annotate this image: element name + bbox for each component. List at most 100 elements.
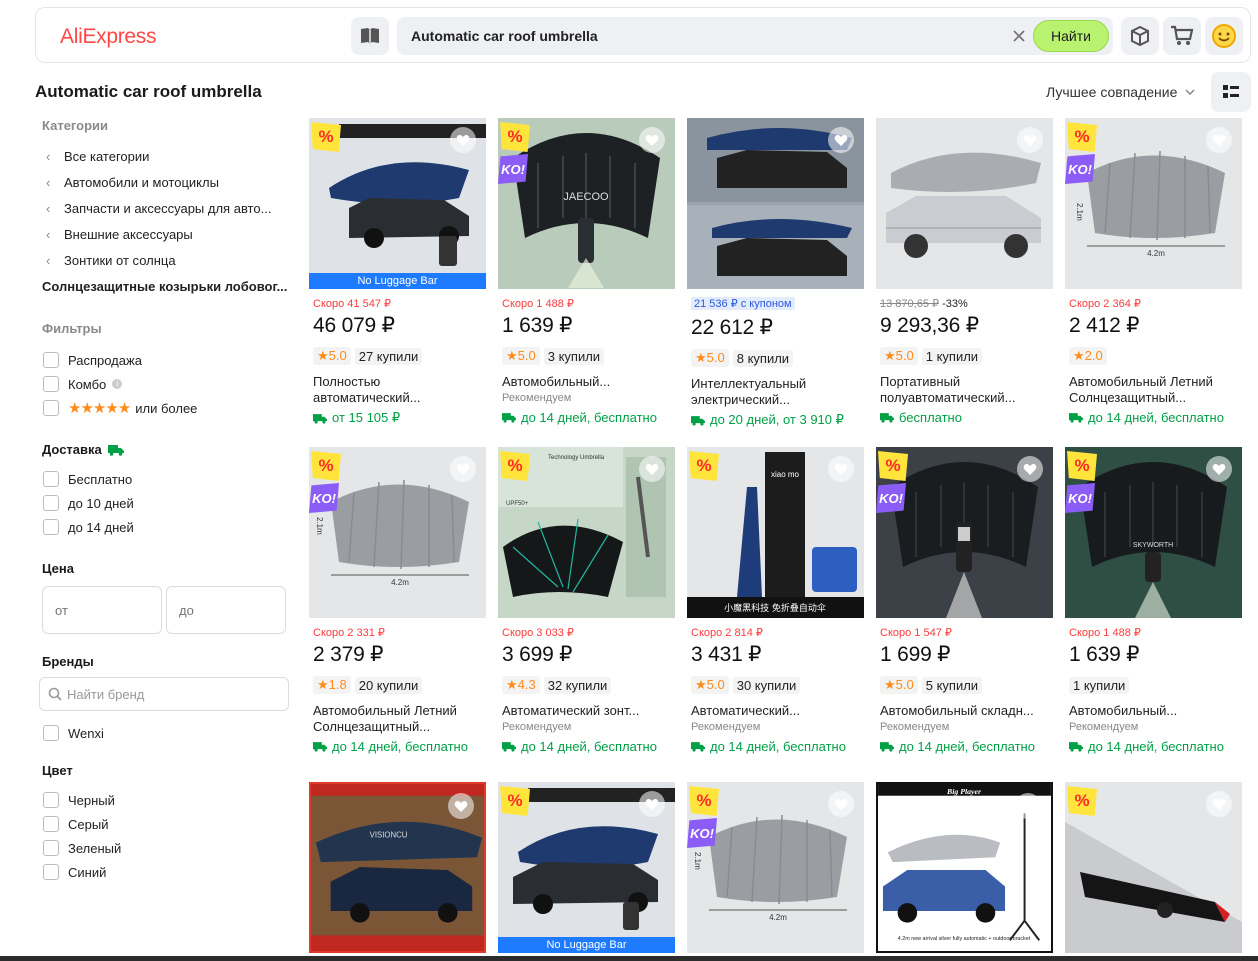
favorite-button[interactable] bbox=[639, 456, 665, 482]
category-item[interactable]: ‹ Зонтики от солнца bbox=[42, 247, 292, 273]
product-image[interactable]: 4.2m 2.1m % KO! bbox=[1065, 118, 1242, 289]
checkbox[interactable] bbox=[43, 864, 59, 880]
checkbox[interactable] bbox=[43, 400, 59, 416]
product-title[interactable]: Полностью автоматический... bbox=[313, 374, 486, 406]
price-to-input[interactable] bbox=[166, 586, 286, 634]
product-title[interactable]: Автоматический зонт... bbox=[502, 703, 675, 719]
favorite-button[interactable] bbox=[1206, 791, 1232, 817]
aliexpress-logo[interactable]: AliExpress bbox=[60, 25, 157, 49]
product-image[interactable]: JAECOO % KO! bbox=[498, 118, 675, 289]
product-card[interactable]: Big Player 4.2m new arrival silver fully … bbox=[876, 782, 1053, 953]
product-card[interactable]: xiao mo 小魔黑科技 免折叠自动伞 % Скоро 2 814 ₽ 3 43… bbox=[687, 447, 864, 754]
price-from-input[interactable] bbox=[42, 586, 162, 634]
favorite-button[interactable] bbox=[1017, 456, 1043, 482]
product-card[interactable]: 13 870,65 ₽ -33% 9 293,36 ₽ ★5.0 1 купили… bbox=[876, 118, 1053, 425]
product-card[interactable]: % bbox=[1065, 782, 1242, 953]
favorite-button[interactable] bbox=[1017, 127, 1043, 153]
product-image[interactable]: 4.2m 2.1m % KO! bbox=[309, 447, 486, 618]
product-title[interactable]: Автоматический... bbox=[691, 703, 864, 719]
brand-search-input[interactable]: Найти бренд bbox=[39, 677, 289, 711]
product-image[interactable]: Big Player 4.2m new arrival silver fully … bbox=[876, 782, 1053, 953]
product-card[interactable]: % KO! Скоро 1 547 ₽ 1 699 ₽ ★5.0 5 купили… bbox=[876, 447, 1053, 754]
sold-count: 8 купили bbox=[732, 349, 794, 367]
brand-wenxi[interactable]: Wenxi bbox=[42, 721, 292, 745]
product-card[interactable]: SKYWORTH % KO! Скоро 1 488 ₽ 1 639 ₽ 1 к… bbox=[1065, 447, 1242, 754]
product-card[interactable]: 4.2m 2.1m % KO! Скоро 2 331 ₽ 2 379 ₽ ★1.… bbox=[309, 447, 486, 754]
favorite-button[interactable] bbox=[828, 791, 854, 817]
category-item[interactable]: ‹ Запчасти и аксессуары для авто... bbox=[42, 195, 292, 221]
favorite-button[interactable] bbox=[450, 456, 476, 482]
product-title[interactable]: Автомобильный Летний Солнцезащитный... bbox=[1069, 374, 1242, 406]
category-item[interactable]: ‹ Все категории bbox=[42, 143, 292, 169]
info-icon[interactable]: i bbox=[112, 379, 123, 389]
orders-button[interactable] bbox=[1121, 17, 1159, 55]
product-image[interactable]: SKYWORTH % KO! bbox=[1065, 447, 1242, 618]
product-image[interactable] bbox=[687, 118, 864, 289]
search-input[interactable]: Automatic car roof umbrella bbox=[411, 28, 598, 44]
filter-sale[interactable]: Распродажа bbox=[42, 348, 292, 372]
checkbox[interactable] bbox=[43, 816, 59, 832]
product-card[interactable]: VISIONCU bbox=[309, 782, 486, 953]
checkbox[interactable] bbox=[43, 471, 59, 487]
product-image[interactable]: 4.2m 2.1m % KO! bbox=[687, 782, 864, 953]
product-title[interactable]: Портативный полуавтоматический... bbox=[880, 374, 1053, 406]
product-card[interactable]: % No Luggage Bar Скоро 41 547 ₽ 46 079 ₽… bbox=[309, 118, 486, 426]
product-card[interactable]: Technology Umbrella UPF50+ % Скоро 3 033 … bbox=[498, 447, 675, 754]
product-image[interactable] bbox=[876, 118, 1053, 289]
product-card[interactable]: 4.2m 2.1m % KO! bbox=[687, 782, 864, 953]
favorite-button[interactable] bbox=[1206, 456, 1232, 482]
delivery-14-days[interactable]: до 14 дней bbox=[42, 515, 292, 539]
favorite-button[interactable] bbox=[639, 127, 665, 153]
favorite-button[interactable] bbox=[1206, 127, 1232, 153]
category-item[interactable]: ‹ Автомобили и мотоциклы bbox=[42, 169, 292, 195]
favorite-button[interactable] bbox=[639, 791, 665, 817]
filter-combo[interactable]: Комбо i bbox=[42, 372, 292, 396]
favorite-button[interactable] bbox=[1015, 793, 1041, 819]
favorite-button[interactable] bbox=[448, 793, 474, 819]
filter-rating[interactable]: ★★★★★ или более bbox=[42, 396, 292, 420]
color-gray[interactable]: Серый bbox=[42, 812, 292, 836]
checkbox[interactable] bbox=[43, 840, 59, 856]
delivery-10-days[interactable]: до 10 дней bbox=[42, 491, 292, 515]
checkbox[interactable] bbox=[43, 352, 59, 368]
smiley-avatar-icon bbox=[1212, 24, 1236, 48]
product-image[interactable]: Technology Umbrella UPF50+ % bbox=[498, 447, 675, 618]
product-image[interactable]: VISIONCU bbox=[309, 782, 486, 953]
cart-button[interactable] bbox=[1163, 17, 1201, 55]
product-image[interactable]: % KO! bbox=[876, 447, 1053, 618]
find-button[interactable]: Найти bbox=[1033, 20, 1109, 52]
product-title[interactable]: Автомобильный Летний Солнцезащитный... bbox=[313, 703, 486, 735]
delivery-free[interactable]: Бесплатно bbox=[42, 467, 292, 491]
product-image[interactable]: % No Luggage Bar bbox=[309, 118, 486, 289]
color-black[interactable]: Черный bbox=[42, 788, 292, 812]
catalog-button[interactable] bbox=[351, 17, 389, 55]
checkbox[interactable] bbox=[43, 519, 59, 535]
search-box[interactable]: Automatic car roof umbrella Найти bbox=[397, 17, 1113, 55]
sort-dropdown[interactable]: Лучшее совпадение bbox=[1046, 84, 1195, 100]
product-image[interactable]: % bbox=[1065, 782, 1242, 953]
checkbox[interactable] bbox=[43, 725, 59, 741]
view-mode-button[interactable] bbox=[1211, 72, 1251, 112]
clear-search-button[interactable] bbox=[1007, 24, 1031, 48]
profile-button[interactable] bbox=[1205, 17, 1243, 55]
color-blue[interactable]: Синий bbox=[42, 860, 292, 884]
product-title[interactable]: Интеллектуальный электрический... bbox=[691, 376, 864, 408]
product-card[interactable]: % No Luggage Bar bbox=[498, 782, 675, 953]
checkbox[interactable] bbox=[43, 792, 59, 808]
product-card[interactable]: 21 536 ₽ с купоном 22 612 ₽ ★5.0 8 купили… bbox=[687, 118, 864, 428]
favorite-button[interactable] bbox=[828, 127, 854, 153]
color-green[interactable]: Зеленый bbox=[42, 836, 292, 860]
product-title[interactable]: Автомобильный складн... bbox=[880, 703, 1053, 719]
product-card[interactable]: JAECOO % KO! Скоро 1 488 ₽ 1 639 ₽ ★5.0 3… bbox=[498, 118, 675, 425]
product-card[interactable]: 4.2m 2.1m % KO! Скоро 2 364 ₽ 2 412 ₽ ★2.… bbox=[1065, 118, 1242, 425]
checkbox[interactable] bbox=[43, 376, 59, 392]
product-image[interactable]: xiao mo 小魔黑科技 免折叠自动伞 % bbox=[687, 447, 864, 618]
favorite-button[interactable] bbox=[828, 456, 854, 482]
favorite-button[interactable] bbox=[450, 127, 476, 153]
product-title[interactable]: Автомобильный... bbox=[1069, 703, 1242, 719]
checkbox[interactable] bbox=[43, 495, 59, 511]
product-title[interactable]: Автомобильный... bbox=[502, 374, 675, 390]
category-item-active[interactable]: Солнцезащитные козырьки лобовог... bbox=[42, 273, 292, 299]
category-item[interactable]: ‹ Внешние аксессуары bbox=[42, 221, 292, 247]
product-image[interactable]: % No Luggage Bar bbox=[498, 782, 675, 953]
